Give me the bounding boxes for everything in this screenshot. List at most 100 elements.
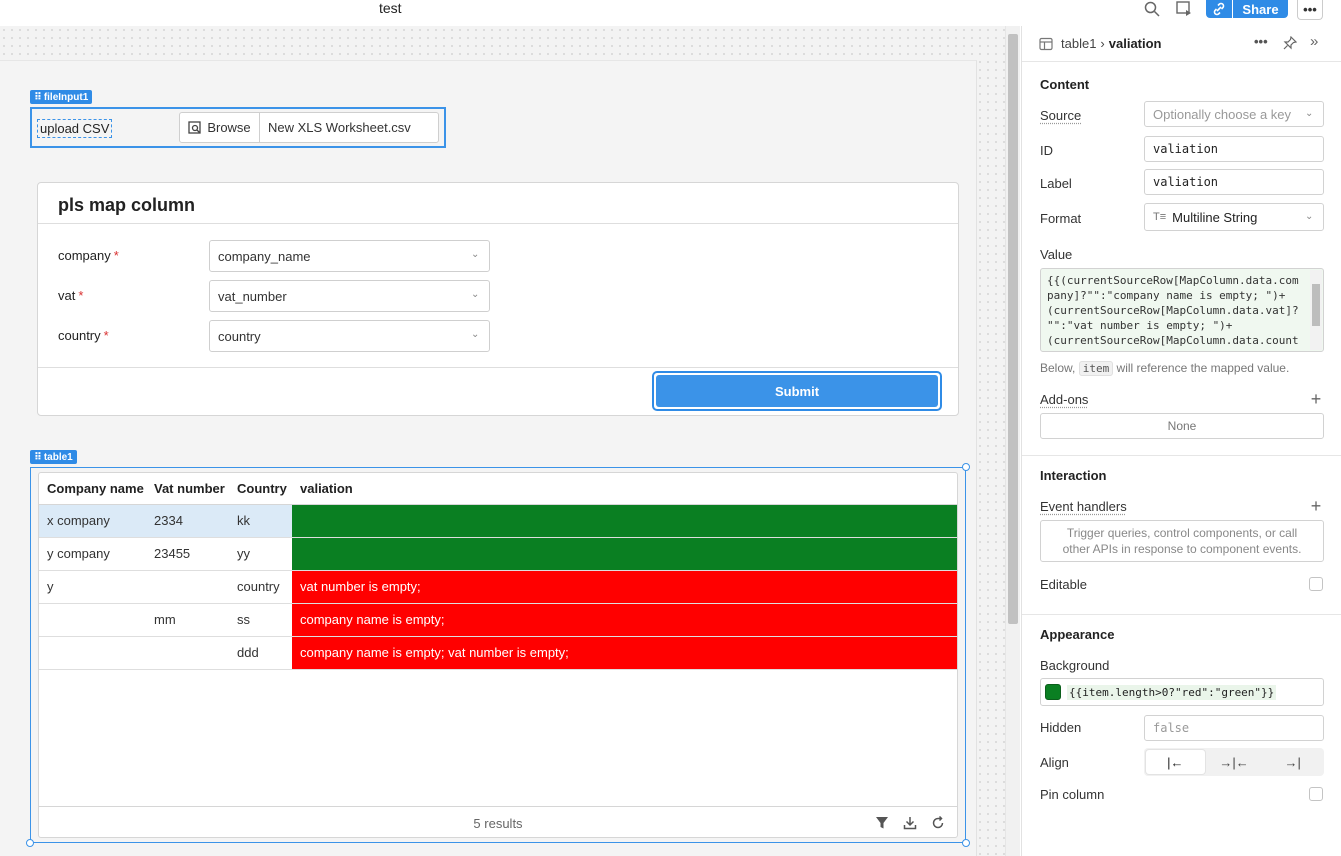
addons-label: Add-ons (1040, 392, 1089, 407)
browse-button[interactable]: Browse (180, 113, 260, 142)
column-header-company[interactable]: Company name (39, 473, 146, 505)
pin-column-label: Pin column (1040, 787, 1105, 802)
chevron-down-icon: ⌄ (1305, 211, 1314, 222)
cell-company: x company (39, 504, 146, 538)
cell-vat (146, 570, 229, 604)
color-swatch[interactable] (1045, 684, 1061, 700)
chevron-down-icon: ⌄ (471, 289, 480, 300)
code-line: (currentSourceRow[MapColumn.data.vat]? (1047, 304, 1299, 317)
table-row[interactable]: y company 23455 yy (39, 537, 957, 571)
top-bar: test Share ••• (0, 0, 1341, 26)
more-options-button[interactable]: ••• (1297, 0, 1323, 20)
form-title: pls map column (58, 195, 196, 215)
editable-label: Editable (1040, 577, 1087, 592)
link-icon (1213, 2, 1225, 16)
vat-select[interactable]: vat_number ⌄ (209, 280, 490, 312)
source-label: Source (1040, 108, 1082, 123)
code-line: (currentSourceRow[MapColumn.data.count (1047, 334, 1299, 347)
chevron-down-icon: ⌄ (471, 249, 480, 260)
form-row-vat: vat * vat_number ⌄ (58, 280, 490, 312)
label-label: Label (1040, 176, 1072, 191)
file-input-component[interactable]: upload CSV Browse New XLS Worksheet.csv (30, 107, 446, 148)
cell-country: kk (229, 504, 292, 538)
add-addon-icon[interactable]: + (1309, 390, 1323, 408)
format-label: Format (1040, 211, 1082, 226)
column-header-country[interactable]: Country (229, 473, 292, 505)
align-label: Align (1040, 755, 1069, 770)
resize-handle[interactable] (962, 839, 970, 847)
more-options-icon[interactable]: ••• (1254, 34, 1268, 49)
form-row-company: company * company_name ⌄ (58, 240, 490, 272)
section-title-content: Content (1040, 77, 1090, 92)
resize-handle[interactable] (26, 839, 34, 847)
id-label: ID (1040, 143, 1053, 158)
cell-valiation: company name is empty; (292, 603, 957, 637)
resize-handle[interactable] (962, 463, 970, 471)
mapping-form: pls map column company * company_name ⌄ va… (37, 182, 959, 416)
id-input[interactable]: valiation (1144, 136, 1324, 162)
cell-company (39, 603, 146, 637)
value-code-editor[interactable]: {{(currentSourceRow[MapColumn.data.com pa… (1040, 268, 1324, 352)
collapse-panel-icon[interactable]: » (1310, 33, 1318, 50)
cell-company: y company (39, 537, 146, 571)
file-picker[interactable]: Browse New XLS Worksheet.csv (179, 112, 439, 143)
cell-country: ss (229, 603, 292, 637)
section-title-appearance: Appearance (1040, 627, 1115, 642)
filter-icon[interactable] (875, 816, 889, 830)
breadcrumb-parent[interactable]: table1 (1061, 36, 1096, 51)
align-right-option[interactable]: →| (1263, 750, 1322, 774)
download-icon[interactable] (903, 816, 917, 830)
component-tag-fileinput[interactable]: ⠿ fileInput1 (30, 90, 93, 104)
table-row[interactable]: x company 2334 kk (39, 504, 957, 538)
background-label: Background (1040, 658, 1110, 673)
format-select[interactable]: T≡ Multiline String ⌄ (1144, 203, 1324, 231)
add-event-handler-icon[interactable]: + (1309, 497, 1323, 515)
table-row[interactable]: ddd company name is empty; vat number is … (39, 636, 957, 670)
source-select[interactable]: Optionally choose a key ⌄ (1144, 101, 1324, 127)
cell-valiation (292, 504, 957, 538)
cell-vat: 2334 (146, 504, 229, 538)
cell-country: country (229, 570, 292, 604)
label-input[interactable]: valiation (1144, 169, 1324, 195)
chevron-down-icon: ⌄ (1305, 108, 1314, 119)
code-line: "":"vat number is empty; ")+ (1047, 319, 1233, 332)
table-row[interactable]: y country vat number is empty; (39, 570, 957, 604)
submit-button-selection: Submit (652, 371, 942, 411)
cell-vat: mm (146, 603, 229, 637)
field-label-company: company * (58, 248, 119, 263)
inspector-header: table1 › valiation ••• » (1022, 26, 1341, 62)
cell-vat (146, 636, 229, 670)
search-icon[interactable] (1142, 0, 1162, 18)
scrollbar-thumb[interactable] (1008, 34, 1018, 624)
column-header-valiation[interactable]: valiation (292, 473, 957, 505)
align-left-option[interactable]: |← (1146, 750, 1205, 774)
hidden-input[interactable]: false (1144, 715, 1324, 741)
inspector-panel: table1 › valiation ••• » Content Source … (1021, 26, 1341, 856)
component-tag-table[interactable]: ⠿ table1 (30, 450, 77, 464)
cell-valiation: company name is empty; vat number is emp… (292, 636, 957, 670)
section-divider (1022, 455, 1341, 456)
code-line: pany]?"":"company name is empty; ")+ (1047, 289, 1286, 302)
table-icon (1039, 37, 1053, 54)
preview-icon[interactable] (1174, 0, 1194, 18)
submit-button[interactable]: Submit (656, 375, 938, 407)
pin-column-checkbox[interactable] (1309, 787, 1323, 801)
canvas-scrollbar[interactable] (1005, 26, 1020, 856)
selected-file-name: New XLS Worksheet.csv (268, 120, 411, 135)
background-input[interactable]: {{item.length>0?"red":"green"}} (1040, 678, 1324, 706)
pin-icon[interactable] (1283, 35, 1298, 53)
file-search-icon (188, 120, 201, 134)
refresh-icon[interactable] (931, 815, 945, 830)
section-divider (1022, 614, 1341, 615)
copy-link-button[interactable] (1206, 0, 1232, 18)
editable-checkbox[interactable] (1309, 577, 1323, 591)
table-row[interactable]: mm ss company name is empty; (39, 603, 957, 637)
column-header-vat[interactable]: Vat number (146, 473, 229, 505)
country-select[interactable]: country ⌄ (209, 320, 490, 352)
share-button[interactable]: Share (1233, 0, 1288, 18)
file-input-label: upload CSV (37, 119, 113, 138)
align-center-option[interactable]: →|← (1205, 750, 1264, 774)
value-hint: Below, item will reference the mapped va… (1040, 361, 1290, 376)
editor-scrollbar[interactable] (1310, 270, 1322, 350)
company-select[interactable]: company_name ⌄ (209, 240, 490, 272)
